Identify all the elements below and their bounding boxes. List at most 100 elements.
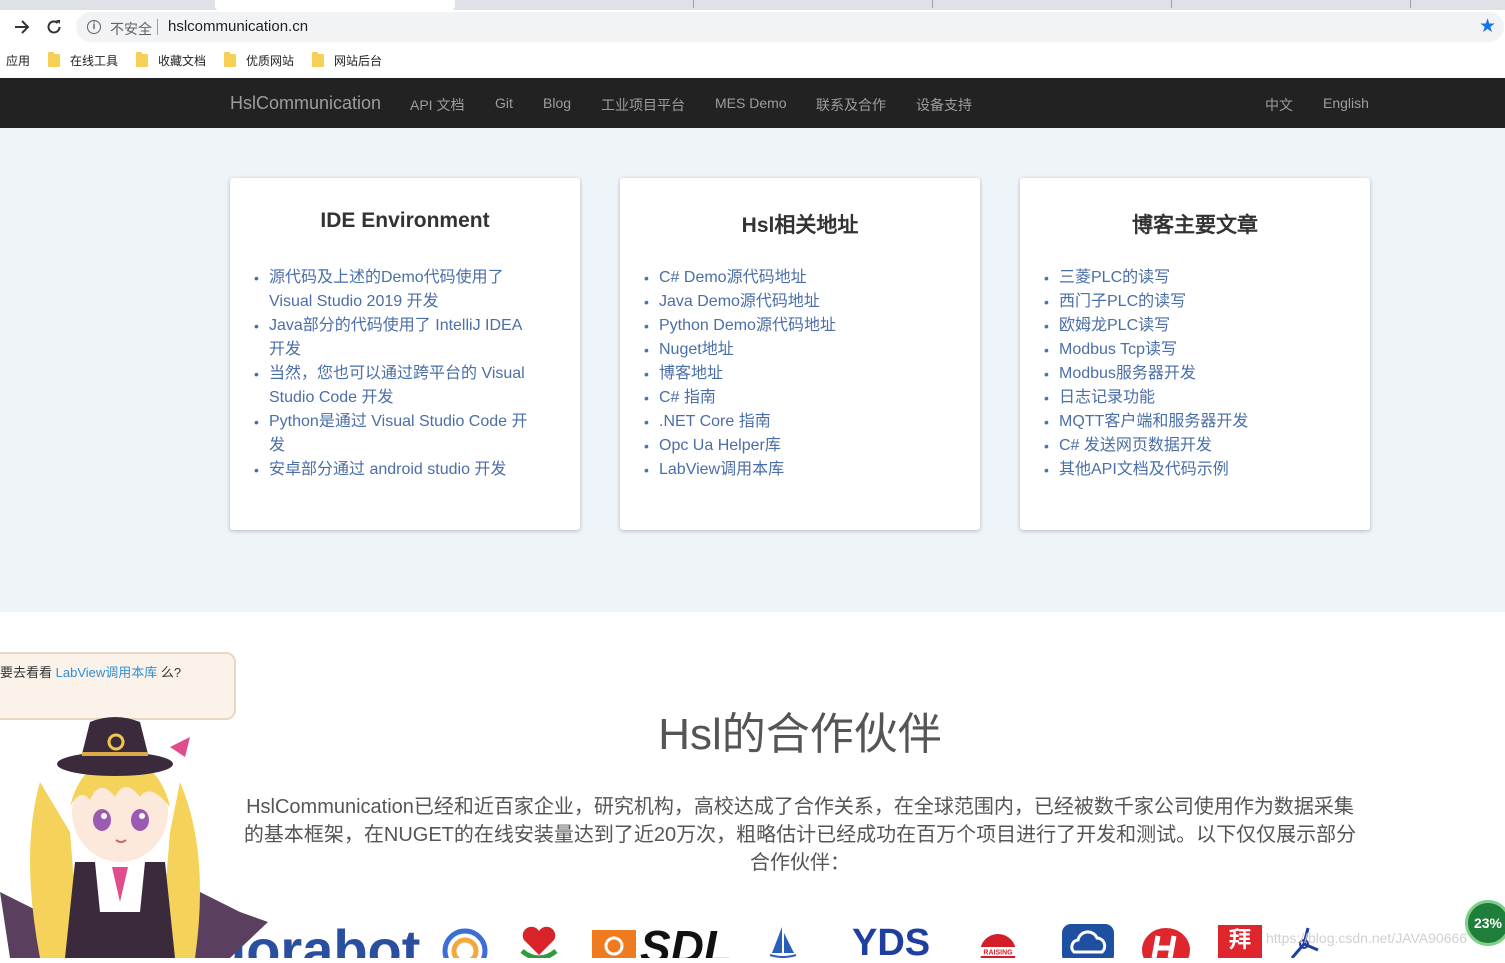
partners-description: HslCommunication已经和近百家企业，研究机构，高校达成了合作关系，…: [240, 793, 1360, 877]
partner-logo-heart: [518, 925, 560, 963]
bubble-suffix: 么?: [157, 665, 182, 680]
list-item[interactable]: Java部分的代码使用了 IntelliJ IDEA: [254, 314, 528, 338]
speed-percent-badge[interactable]: 23%: [1465, 900, 1505, 946]
partner-logo-raising: RAISING: [975, 930, 1021, 963]
card-blog-articles: 博客主要文章 三菱PLC的读写 西门子PLC的读写 欧姆龙PLC读写 Modbu…: [1020, 178, 1370, 530]
list-item[interactable]: 博客地址: [644, 362, 836, 386]
list-item[interactable]: .NET Core 指南: [644, 410, 836, 434]
nav-link-industrial-platform[interactable]: 工业项目平台: [601, 95, 685, 115]
partner-logo-swirl: [440, 925, 490, 963]
list-item[interactable]: Python是通过 Visual Studio Code 开: [254, 410, 527, 434]
mascot-character[interactable]: [0, 712, 270, 963]
bubble-link[interactable]: LabView调用本库: [56, 665, 158, 680]
partner-logo-bai: 拜: [1218, 925, 1262, 958]
partner-logo-yds: YDS: [852, 922, 931, 958]
list-item[interactable]: 三菱PLC的读写: [1044, 266, 1248, 290]
partner-logo-sdl: SDL: [640, 921, 732, 958]
partner-logo-cloud: [1062, 924, 1114, 963]
mascot-speech-bubble: 要去看看 LabView调用本库 么?: [0, 652, 236, 720]
list-item-continuation[interactable]: 开发: [269, 338, 528, 362]
card-hsl-addresses: Hsl相关地址 C# Demo源代码地址 Java Demo源代码地址 Pyth…: [620, 178, 980, 530]
bookmark-label: 在线工具: [70, 54, 119, 68]
bookmark-label: 网站后台: [334, 54, 383, 68]
bubble-text: 要去看看 LabView调用本库 么?: [0, 662, 181, 681]
reload-icon[interactable]: [42, 15, 66, 39]
list-item[interactable]: Nuget地址: [644, 338, 836, 362]
folder-icon: [48, 52, 60, 67]
card-list: 源代码及上述的Demo代码使用了 Visual Studio 2019 开发 J…: [254, 266, 528, 482]
list-item-continuation[interactable]: Visual Studio 2019 开发: [269, 290, 528, 314]
list-item[interactable]: 其他API文档及代码示例: [1044, 458, 1248, 482]
bookmark-folder[interactable]: 优质网站: [224, 52, 294, 69]
raising-text: RAISING: [983, 950, 1013, 957]
bookmark-folder[interactable]: 在线工具: [48, 52, 118, 69]
omnibox[interactable]: i 不安全 hslcommunication.cn ★: [76, 12, 1504, 42]
folder-icon: [312, 52, 324, 67]
address-bar: i 不安全 hslcommunication.cn ★: [0, 10, 1505, 44]
brand-link[interactable]: HslCommunication: [230, 93, 381, 114]
list-item[interactable]: LabView调用本库: [644, 458, 836, 482]
list-item[interactable]: C# 指南: [644, 386, 836, 410]
bookmark-label: 应用: [6, 54, 31, 68]
list-item-continuation[interactable]: 发: [269, 434, 528, 458]
partner-logo-sailboat: [768, 925, 798, 963]
site-navbar: HslCommunication API 文档 Git Blog 工业项目平台 …: [0, 78, 1505, 128]
bookmark-folder[interactable]: 网站后台: [312, 52, 382, 69]
bubble-prefix: 要去看看: [0, 665, 56, 680]
list-item[interactable]: MQTT客户端和服务器开发: [1044, 410, 1248, 434]
partner-logo-red-h: [1140, 924, 1192, 963]
card-title: 博客主要文章: [1132, 214, 1258, 237]
nav-link-api-docs[interactable]: API 文档: [410, 95, 464, 115]
description-line: 合作伙伴：: [750, 852, 850, 874]
bookmarks-bar: 应用 在线工具 收藏文档 优质网站 网站后台: [0, 44, 1505, 78]
list-item[interactable]: 当然，您也可以通过跨平台的 Visual: [254, 362, 528, 386]
cards-section: IDE Environment 源代码及上述的Demo代码使用了 Visual …: [0, 128, 1505, 612]
list-item[interactable]: Opc Ua Helper库: [644, 434, 836, 458]
tab-separator: [932, 0, 933, 8]
list-item[interactable]: C# 发送网页数据开发: [1044, 434, 1248, 458]
lang-link-chinese[interactable]: 中文: [1265, 95, 1293, 115]
tab-separator: [1410, 0, 1411, 8]
forward-arrow-icon[interactable]: [10, 15, 34, 39]
url-text[interactable]: hslcommunication.cn: [168, 18, 308, 35]
list-item[interactable]: 日志记录功能: [1044, 386, 1248, 410]
watermark-text: https://blog.csdn.net/JAVA90666: [1266, 930, 1468, 946]
tab-strip: [0, 0, 1505, 10]
partner-logo-orange: [592, 930, 636, 963]
bookmark-label: 收藏文档: [158, 54, 207, 68]
lang-link-english[interactable]: English: [1323, 95, 1369, 111]
list-item[interactable]: 西门子PLC的读写: [1044, 290, 1248, 314]
bookmark-label: 优质网站: [246, 54, 295, 68]
info-icon[interactable]: i: [87, 20, 101, 34]
nav-link-contact[interactable]: 联系及合作: [816, 95, 886, 115]
card-list: 三菱PLC的读写 西门子PLC的读写 欧姆龙PLC读写 Modbus Tcp读写…: [1044, 266, 1248, 482]
folder-icon: [136, 52, 148, 67]
card-title: Hsl相关地址: [741, 214, 859, 237]
card-ide-environment: IDE Environment 源代码及上述的Demo代码使用了 Visual …: [230, 178, 580, 530]
nav-link-git[interactable]: Git: [495, 95, 513, 111]
list-item[interactable]: Java Demo源代码地址: [644, 290, 836, 314]
folder-icon: [224, 52, 236, 67]
description-line: HslCommunication已经和近百家企业，研究机构，高校达成了合作关系，…: [246, 796, 1354, 818]
bookmark-star-icon[interactable]: ★: [1479, 15, 1496, 38]
list-item[interactable]: Python Demo源代码地址: [644, 314, 836, 338]
bookmark-apps[interactable]: 应用: [6, 52, 30, 69]
divider: [157, 19, 158, 35]
nav-link-device-support[interactable]: 设备支持: [916, 95, 972, 115]
list-item[interactable]: Modbus Tcp读写: [1044, 338, 1248, 362]
list-item[interactable]: 源代码及上述的Demo代码使用了: [254, 266, 528, 290]
tab-separator: [693, 0, 694, 8]
list-item[interactable]: 欧姆龙PLC读写: [1044, 314, 1248, 338]
bookmark-folder[interactable]: 收藏文档: [136, 52, 206, 69]
nav-link-mes-demo[interactable]: MES Demo: [715, 95, 787, 111]
active-tab[interactable]: [215, 0, 455, 10]
nav-link-blog[interactable]: Blog: [543, 95, 571, 111]
description-line: 的基本框架，在NUGET的在线安装量达到了近20万次，粗略估计已经成功在百万个项…: [243, 824, 1357, 846]
list-item[interactable]: Modbus服务器开发: [1044, 362, 1248, 386]
insecure-label: 不安全: [110, 21, 152, 37]
tab-separator: [1171, 0, 1172, 8]
card-title: IDE Environment: [320, 209, 490, 232]
list-item-continuation[interactable]: Studio Code 开发: [269, 386, 528, 410]
list-item[interactable]: C# Demo源代码地址: [644, 266, 836, 290]
list-item[interactable]: 安卓部分通过 android studio 开发: [254, 458, 528, 482]
